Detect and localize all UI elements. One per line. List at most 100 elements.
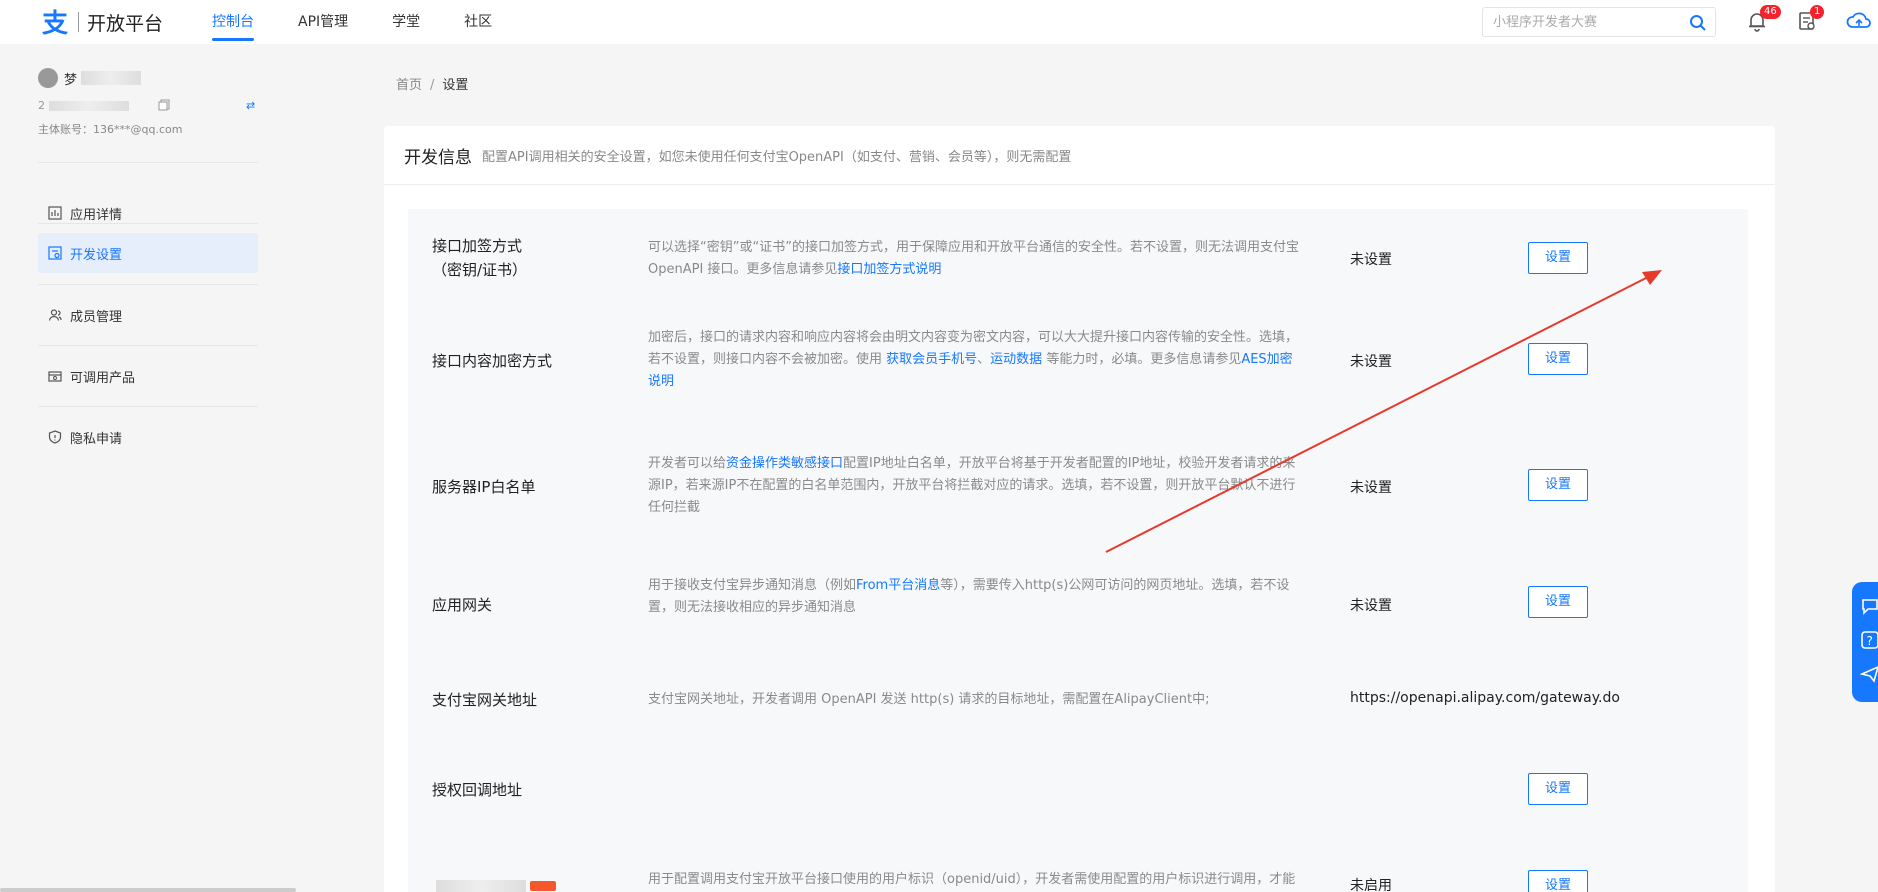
row-status: 未设置 <box>1350 480 1392 496</box>
desc-text: 、 <box>977 352 991 367</box>
desc-text: 等能力时，必填。更多信息请参见 <box>1042 352 1242 367</box>
main-account: 主体账号：136***@qq.com <box>38 123 183 136</box>
logo-text: 开放平台 <box>87 12 164 35</box>
app-id: 2 <box>38 99 45 112</box>
svg-text:支: 支 <box>42 9 68 36</box>
breadcrumb-home[interactable]: 首页 <box>396 78 422 93</box>
row-status: 未设置 <box>1350 598 1392 614</box>
row-label: 接口加签方式 （密钥/证书） <box>432 234 527 282</box>
members-icon <box>48 309 62 321</box>
horizontal-scrollbar[interactable] <box>0 888 296 892</box>
row-label-line2: （密钥/证书） <box>432 261 528 279</box>
sidebar-item-members[interactable]: 成员管理 <box>38 295 258 335</box>
sidebar-item-dev-settings[interactable]: 开发设置 <box>38 233 258 273</box>
logo-divider <box>78 12 79 32</box>
top-navbar: 支 开放平台 控制台 API管理 学堂 社区 46 1 <box>0 0 1878 44</box>
logo[interactable]: 支 开放平台 <box>38 6 163 38</box>
set-sign-method-button[interactable]: 设置 <box>1528 242 1588 274</box>
desc-text: 开发者可以给 <box>648 456 727 471</box>
search-input[interactable] <box>1483 8 1673 36</box>
breadcrumb-separator: / <box>430 78 435 93</box>
app-id-row: 2 ⇄ <box>38 99 258 112</box>
set-content-encrypt-button[interactable]: 设置 <box>1528 343 1588 375</box>
sidebar-item-app-detail[interactable]: 应用详情 <box>38 193 258 233</box>
sport-data-link[interactable]: 运动数据 <box>990 352 1042 367</box>
products-icon <box>48 371 62 382</box>
user-info: 梦 <box>38 68 142 88</box>
app-detail-icon <box>48 206 62 220</box>
redacted-app-name <box>81 71 142 85</box>
dev-info-panel: 开发信息 配置API调用相关的安全设置，如您未使用任何支付宝OpenAPI（如支… <box>384 126 1775 892</box>
floating-help-panel: ? <box>1852 582 1878 702</box>
row-description: 加密后，接口的请求内容和响应内容将会由明文内容变为密文内容，可以大大提升接口内容… <box>648 327 1300 393</box>
sidebar-item-products[interactable]: 可调用产品 <box>38 356 258 396</box>
sign-method-doc-link[interactable]: 接口加签方式说明 <box>837 262 941 277</box>
nav-academy[interactable]: 学堂 <box>392 0 420 44</box>
settings-list: 接口加签方式 （密钥/证书） 可以选择“密钥”或“证书”的接口加签方式，用于保障… <box>408 209 1748 892</box>
set-user-id-button[interactable]: 设置 <box>1528 870 1588 892</box>
alipay-logo-icon: 支 <box>38 7 72 37</box>
chat-icon[interactable] <box>1860 596 1878 616</box>
desc-text: 可以选择“密钥”或“证书”的接口加签方式，用于保障应用和开放平台通信的安全性。若… <box>648 240 1299 277</box>
row-description: 开发者可以给资金操作类敏感接口配置IP地址白名单，开放平台将基于开发者配置的IP… <box>648 453 1300 519</box>
main-nav: 控制台 API管理 学堂 社区 <box>212 0 536 44</box>
task-badge: 1 <box>1810 5 1825 19</box>
feedback-icon[interactable] <box>1860 664 1878 684</box>
cloud-icon[interactable] <box>1846 10 1871 34</box>
breadcrumb: 首页 / 设置 <box>396 74 468 93</box>
cut-off-label <box>436 879 526 892</box>
switch-app-icon[interactable]: ⇄ <box>246 99 258 112</box>
row-status: 未设置 <box>1350 354 1392 370</box>
app-name: 梦 <box>64 72 78 88</box>
sidebar-divider <box>38 406 258 407</box>
nav-community[interactable]: 社区 <box>464 0 492 44</box>
sidebar-item-label: 可调用产品 <box>70 370 136 386</box>
row-description: 可以选择“密钥”或“证书”的接口加签方式，用于保障应用和开放平台通信的安全性。若… <box>648 237 1300 281</box>
task-list-icon[interactable]: 1 <box>1796 5 1825 34</box>
nav-api-management[interactable]: API管理 <box>298 0 348 44</box>
from-platform-msg-link[interactable]: From平台消息 <box>856 578 940 593</box>
set-ip-whitelist-button[interactable]: 设置 <box>1528 469 1588 501</box>
sidebar-item-label: 隐私申请 <box>70 431 123 447</box>
panel-header: 开发信息 配置API调用相关的安全设置，如您未使用任何支付宝OpenAPI（如支… <box>384 126 1775 185</box>
sidebar-item-privacy[interactable]: 隐私申请 <box>38 417 258 457</box>
row-label <box>432 873 556 892</box>
search-icon[interactable] <box>1689 14 1707 32</box>
row-label: 服务器IP白名单 <box>432 478 536 496</box>
privacy-icon <box>48 430 62 444</box>
row-status: 未启用 <box>1350 878 1392 892</box>
set-app-gateway-button[interactable]: 设置 <box>1528 586 1588 618</box>
row-label: 支付宝网关地址 <box>432 691 538 709</box>
redacted-app-id <box>49 100 129 111</box>
avatar <box>38 68 58 88</box>
set-auth-callback-button[interactable]: 设置 <box>1528 773 1588 805</box>
panel-title: 开发信息 <box>404 147 472 168</box>
desc-text: 用于接收支付宝异步通知消息（例如 <box>648 578 857 593</box>
row-status: 未设置 <box>1350 252 1392 268</box>
breadcrumb-current: 设置 <box>442 78 469 93</box>
row-label-line1: 接口加签方式 <box>432 237 523 255</box>
new-tag <box>530 880 556 891</box>
notification-bell-icon[interactable]: 46 <box>1746 5 1781 34</box>
sidebar-divider <box>38 284 258 285</box>
member-phone-link[interactable]: 获取会员手机号 <box>886 352 977 367</box>
sensitive-api-link[interactable]: 资金操作类敏感接口 <box>726 456 843 471</box>
row-label: 授权回调地址 <box>432 781 523 799</box>
row-description: 用于配置调用支付宝开放平台接口使用的用户标识（openid/uid），开发者需使… <box>648 872 1296 887</box>
panel-description: 配置API调用相关的安全设置，如您未使用任何支付宝OpenAPI（如支付、营销、… <box>482 149 1072 165</box>
copy-icon[interactable] <box>158 99 170 111</box>
sidebar-divider <box>38 345 258 346</box>
sidebar: 梦 2 ⇄ 主体账号：136***@qq.com 应用详情 开发设置 成员管理 … <box>0 44 270 892</box>
sidebar-divider <box>38 223 258 224</box>
help-icon[interactable]: ? <box>1860 630 1878 650</box>
gateway-url: https://openapi.alipay.com/gateway.do <box>1350 690 1620 706</box>
nav-console[interactable]: 控制台 <box>212 0 254 44</box>
notification-badge: 46 <box>1760 5 1781 19</box>
row-description: 支付宝网关地址，开发者调用 OpenAPI 发送 http(s) 请求的目标地址… <box>648 692 1210 707</box>
sidebar-divider <box>38 162 258 163</box>
sidebar-item-label: 开发设置 <box>70 247 123 263</box>
search-box <box>1482 7 1716 37</box>
dev-settings-icon <box>48 246 62 260</box>
row-label: 应用网关 <box>432 596 493 614</box>
row-label: 接口内容加密方式 <box>432 352 553 370</box>
